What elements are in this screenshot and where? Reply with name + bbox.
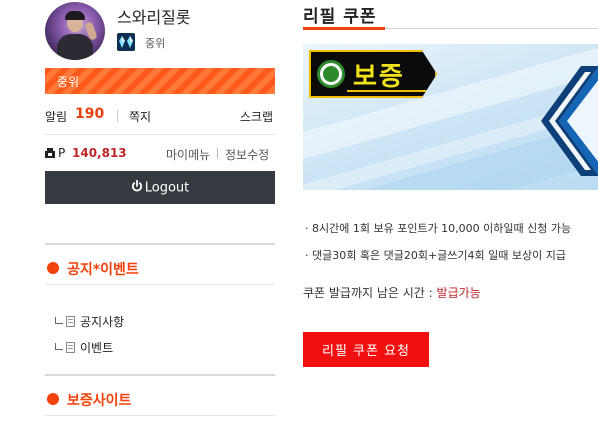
divider xyxy=(45,374,275,376)
tree-branch-icon xyxy=(55,317,63,324)
points-prefix: P xyxy=(58,146,66,160)
coupon-banner[interactable]: 보증 xyxy=(303,44,598,190)
divider xyxy=(117,110,118,122)
status-value: 발급가능 xyxy=(436,286,481,300)
bullet-dot-icon xyxy=(47,393,59,405)
coupon-status: 쿠폰 발급까지 남은 시간 : 발급가능 xyxy=(303,284,481,301)
logout-label: Logout xyxy=(144,180,190,195)
bullet-dot-icon xyxy=(47,262,59,274)
section-title[interactable]: 공지*이벤트 xyxy=(67,259,139,279)
alarm-link[interactable]: 알림 xyxy=(45,108,67,125)
points-value: 140,813 xyxy=(72,146,127,160)
sub-item-label: 공지사항 xyxy=(80,315,125,329)
divider xyxy=(45,415,275,416)
level-label: 중위 xyxy=(57,75,80,89)
rank-diamond-icon xyxy=(117,33,135,51)
title-accent xyxy=(303,27,385,30)
status-label: 쿠폰 발급까지 남은 시간 : xyxy=(303,286,437,300)
level-bar: 중위 xyxy=(45,68,275,94)
document-icon xyxy=(66,342,75,353)
mymenu-link[interactable]: 마이메뉴 xyxy=(166,146,210,163)
scrap-link[interactable]: 스크랩 xyxy=(240,108,273,125)
seal-icon xyxy=(317,60,345,88)
section-notice-event: 공지*이벤트 공지사항 이벤트 xyxy=(45,243,275,375)
verified-badge: 보증 xyxy=(309,50,437,98)
points-row: P 140,813 마이메뉴 정보수정 xyxy=(45,144,275,164)
divider xyxy=(45,134,275,135)
document-icon xyxy=(66,316,75,327)
sub-item-notice[interactable]: 공지사항 xyxy=(55,313,124,330)
logout-button[interactable]: Logout xyxy=(45,171,275,204)
level-bar-fill xyxy=(45,68,275,94)
avatar[interactable] xyxy=(45,2,105,60)
divider xyxy=(45,243,275,245)
edit-profile-link[interactable]: 정보수정 xyxy=(225,146,269,163)
chevron-left-icon xyxy=(541,66,598,176)
sub-item-label: 이벤트 xyxy=(80,341,114,355)
sidebar: 스와리질롯 중위 중위 알림 190 쪽지 스크랩 P 140,813 마이메뉴… xyxy=(45,0,275,426)
tree-branch-icon xyxy=(55,343,63,350)
nickname: 스와리질롯 xyxy=(117,8,191,27)
message-link[interactable]: 쪽지 xyxy=(129,108,151,125)
note-line: · 댓글30회 혹은 댓글20회+글쓰기4회 일때 보상이 지급 xyxy=(305,249,566,262)
alarm-count[interactable]: 190 xyxy=(75,106,104,122)
note-line: · 8시간에 1회 보유 포인트가 10,000 이하일때 신청 가능 xyxy=(305,222,572,235)
user-stats: 알림 190 쪽지 스크랩 xyxy=(45,104,275,132)
divider xyxy=(45,284,275,285)
section-verified-sites: 보증사이트 xyxy=(45,374,275,426)
power-icon xyxy=(131,179,143,196)
request-coupon-button[interactable]: 리필 쿠폰 요청 xyxy=(303,332,429,367)
section-title[interactable]: 보증사이트 xyxy=(67,390,131,410)
rank-name: 중위 xyxy=(145,37,166,50)
sub-item-event[interactable]: 이벤트 xyxy=(55,339,113,356)
main-content: 리필 쿠폰 보증 · 8시간에 1회 보유 포인트가 10,000 이하일때 신… xyxy=(303,0,598,426)
profile-box: 스와리질롯 중위 xyxy=(45,0,275,64)
coin-bag-icon xyxy=(45,147,55,158)
divider xyxy=(217,148,218,159)
banner-text: 보증 xyxy=(353,62,405,92)
page-title: 리필 쿠폰 xyxy=(303,7,377,27)
